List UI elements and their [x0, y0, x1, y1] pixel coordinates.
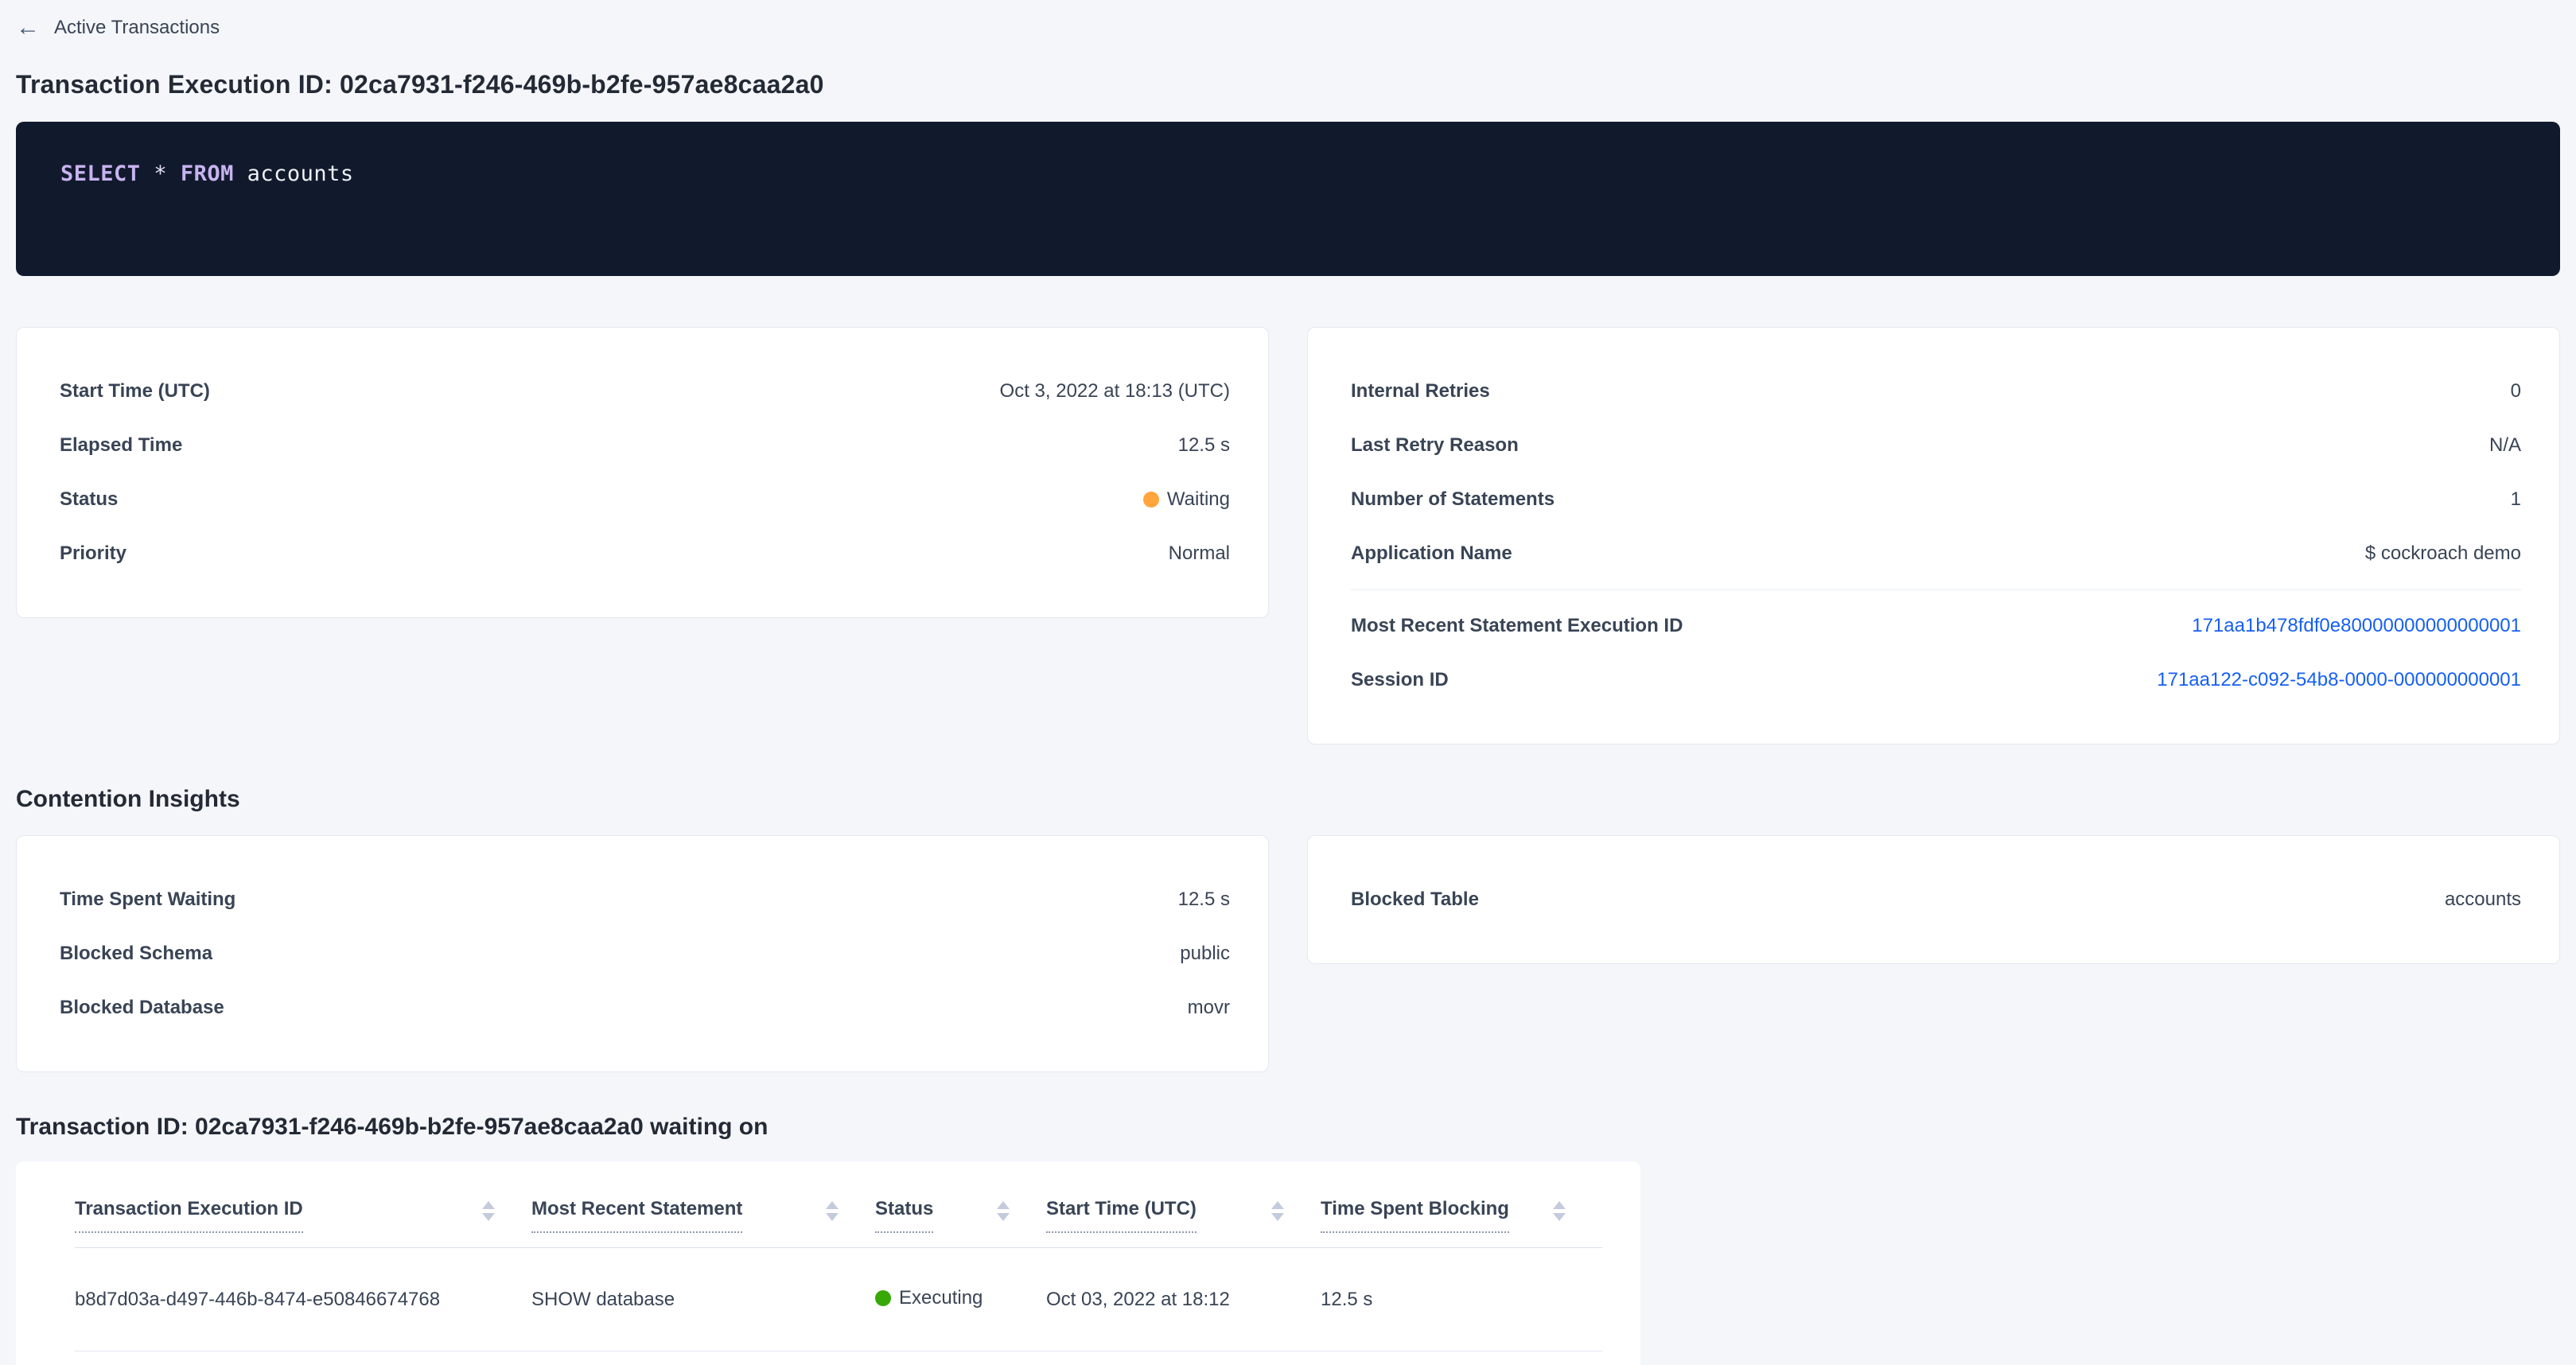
- session-id-label: Session ID: [1351, 669, 1449, 691]
- sort-icon[interactable]: [1553, 1198, 1566, 1221]
- column-label: Time Spent Blocking: [1321, 1198, 1509, 1233]
- application-name-label: Application Name: [1351, 542, 1512, 565]
- column-label: Status: [875, 1198, 933, 1233]
- elapsed-time-row: Elapsed Time 12.5 s: [60, 418, 1230, 472]
- blocked-table-row: Blocked Table accounts: [1351, 873, 2521, 927]
- contention-waiting-card: Time Spent Waiting 12.5 s Blocked Schema…: [16, 835, 1269, 1072]
- last-retry-reason-label: Last Retry Reason: [1351, 434, 1519, 457]
- sort-icon[interactable]: [482, 1198, 495, 1221]
- sql-statement-box: SELECT * FROM accounts: [16, 122, 2560, 276]
- number-of-statements-row: Number of Statements 1: [1351, 472, 2521, 527]
- sort-icon[interactable]: [826, 1198, 839, 1221]
- statement-execution-id-link[interactable]: 171aa1b478fdf0e80000000000000001: [2192, 615, 2521, 637]
- cell-most-recent-statement: SHOW database: [531, 1248, 875, 1351]
- number-of-statements-label: Number of Statements: [1351, 488, 1555, 511]
- status-waiting-dot: [1143, 492, 1159, 508]
- column-label: Start Time (UTC): [1046, 1198, 1197, 1233]
- blocked-database-value: movr: [1188, 997, 1230, 1019]
- elapsed-time-value: 12.5 s: [1178, 434, 1230, 457]
- statement-execution-id-row: Most Recent Statement Execution ID 171aa…: [1351, 599, 2521, 653]
- sql-asterisk: *: [154, 161, 167, 186]
- waiting-on-table-card: Transaction Execution ID Most Recent Sta…: [16, 1161, 1640, 1365]
- priority-value: Normal: [1169, 542, 1230, 565]
- blocked-database-label: Blocked Database: [60, 997, 224, 1019]
- back-to-active-transactions-link[interactable]: ← Active Transactions: [16, 11, 220, 45]
- page-title: Transaction Execution ID: 02ca7931-f246-…: [16, 70, 2560, 99]
- table-header-row: Transaction Execution ID Most Recent Sta…: [75, 1161, 1602, 1248]
- statement-execution-id-label: Most Recent Statement Execution ID: [1351, 615, 1683, 637]
- row-status-value: Executing: [899, 1287, 983, 1309]
- internal-retries-value: 0: [2511, 380, 2521, 402]
- time-spent-waiting-row: Time Spent Waiting 12.5 s: [60, 873, 1230, 927]
- back-arrow-icon[interactable]: ←: [16, 16, 40, 40]
- blocked-schema-row: Blocked Schema public: [60, 927, 1230, 981]
- elapsed-time-label: Elapsed Time: [60, 434, 182, 457]
- start-time-row: Start Time (UTC) Oct 3, 2022 at 18:13 (U…: [60, 364, 1230, 418]
- row-status-badge: Executing: [875, 1287, 983, 1309]
- column-header-time-spent-blocking[interactable]: Time Spent Blocking: [1321, 1161, 1602, 1248]
- contention-section: Time Spent Waiting 12.5 s Blocked Schema…: [16, 835, 2560, 1072]
- table-row[interactable]: b8d7d03a-d497-446b-8474-e50846674768 SHO…: [75, 1248, 1602, 1351]
- status-executing-dot: [875, 1290, 891, 1306]
- waiting-on-table: Transaction Execution ID Most Recent Sta…: [75, 1161, 1602, 1351]
- start-time-label: Start Time (UTC): [60, 380, 210, 402]
- cell-time-spent-blocking: 12.5 s: [1321, 1248, 1602, 1351]
- waiting-on-heading: Transaction ID: 02ca7931-f246-469b-b2fe-…: [16, 1114, 2560, 1141]
- column-header-start-time[interactable]: Start Time (UTC): [1046, 1161, 1321, 1248]
- status-row: Status Waiting: [60, 472, 1230, 527]
- sql-keyword-from: FROM: [181, 161, 234, 186]
- cell-status: Executing: [875, 1248, 1046, 1351]
- number-of-statements-value: 1: [2511, 488, 2521, 511]
- transaction-times-card: Start Time (UTC) Oct 3, 2022 at 18:13 (U…: [16, 327, 1269, 618]
- blocked-schema-value: public: [1180, 943, 1230, 965]
- column-label: Most Recent Statement: [531, 1198, 742, 1233]
- cell-transaction-execution-id: b8d7d03a-d497-446b-8474-e50846674768: [75, 1248, 531, 1351]
- blocked-schema-label: Blocked Schema: [60, 943, 212, 965]
- contention-insights-heading: Contention Insights: [16, 786, 2560, 813]
- status-label: Status: [60, 488, 118, 511]
- column-label: Transaction Execution ID: [75, 1198, 303, 1233]
- time-spent-waiting-value: 12.5 s: [1178, 889, 1230, 911]
- blocked-database-row: Blocked Database movr: [60, 981, 1230, 1035]
- sort-icon[interactable]: [1271, 1198, 1284, 1221]
- priority-label: Priority: [60, 542, 126, 565]
- session-id-row: Session ID 171aa122-c092-54b8-0000-00000…: [1351, 653, 2521, 707]
- blocked-table-label: Blocked Table: [1351, 889, 1479, 911]
- cell-start-time: Oct 03, 2022 at 18:12: [1046, 1248, 1321, 1351]
- contention-blocked-table-card: Blocked Table accounts: [1307, 835, 2560, 964]
- start-time-value: Oct 3, 2022 at 18:13 (UTC): [1000, 380, 1230, 402]
- column-header-status[interactable]: Status: [875, 1161, 1046, 1248]
- sql-table-identifier: accounts: [247, 161, 354, 186]
- application-name-row: Application Name $ cockroach demo: [1351, 527, 2521, 581]
- column-header-most-recent-statement[interactable]: Most Recent Statement: [531, 1161, 875, 1248]
- transaction-meta-card: Internal Retries 0 Last Retry Reason N/A…: [1307, 327, 2560, 745]
- status-badge: Waiting: [1143, 488, 1230, 511]
- blocked-table-value: accounts: [2445, 889, 2521, 911]
- status-value: Waiting: [1167, 488, 1230, 511]
- application-name-value: $ cockroach demo: [2365, 542, 2521, 565]
- last-retry-reason-row: Last Retry Reason N/A: [1351, 418, 2521, 472]
- internal-retries-label: Internal Retries: [1351, 380, 1490, 402]
- active-transaction-details-page: ← Active Transactions Transaction Execut…: [0, 0, 2576, 1365]
- card-divider: [1351, 589, 2521, 590]
- time-spent-waiting-label: Time Spent Waiting: [60, 889, 235, 911]
- sort-icon[interactable]: [997, 1198, 1010, 1221]
- session-id-link[interactable]: 171aa122-c092-54b8-0000-000000000001: [2157, 669, 2521, 691]
- column-header-transaction-execution-id[interactable]: Transaction Execution ID: [75, 1161, 531, 1248]
- internal-retries-row: Internal Retries 0: [1351, 364, 2521, 418]
- priority-row: Priority Normal: [60, 527, 1230, 581]
- back-link-label[interactable]: Active Transactions: [54, 17, 220, 39]
- last-retry-reason-value: N/A: [2489, 434, 2521, 457]
- sql-keyword-select: SELECT: [60, 161, 141, 186]
- overview-section: Start Time (UTC) Oct 3, 2022 at 18:13 (U…: [16, 327, 2560, 745]
